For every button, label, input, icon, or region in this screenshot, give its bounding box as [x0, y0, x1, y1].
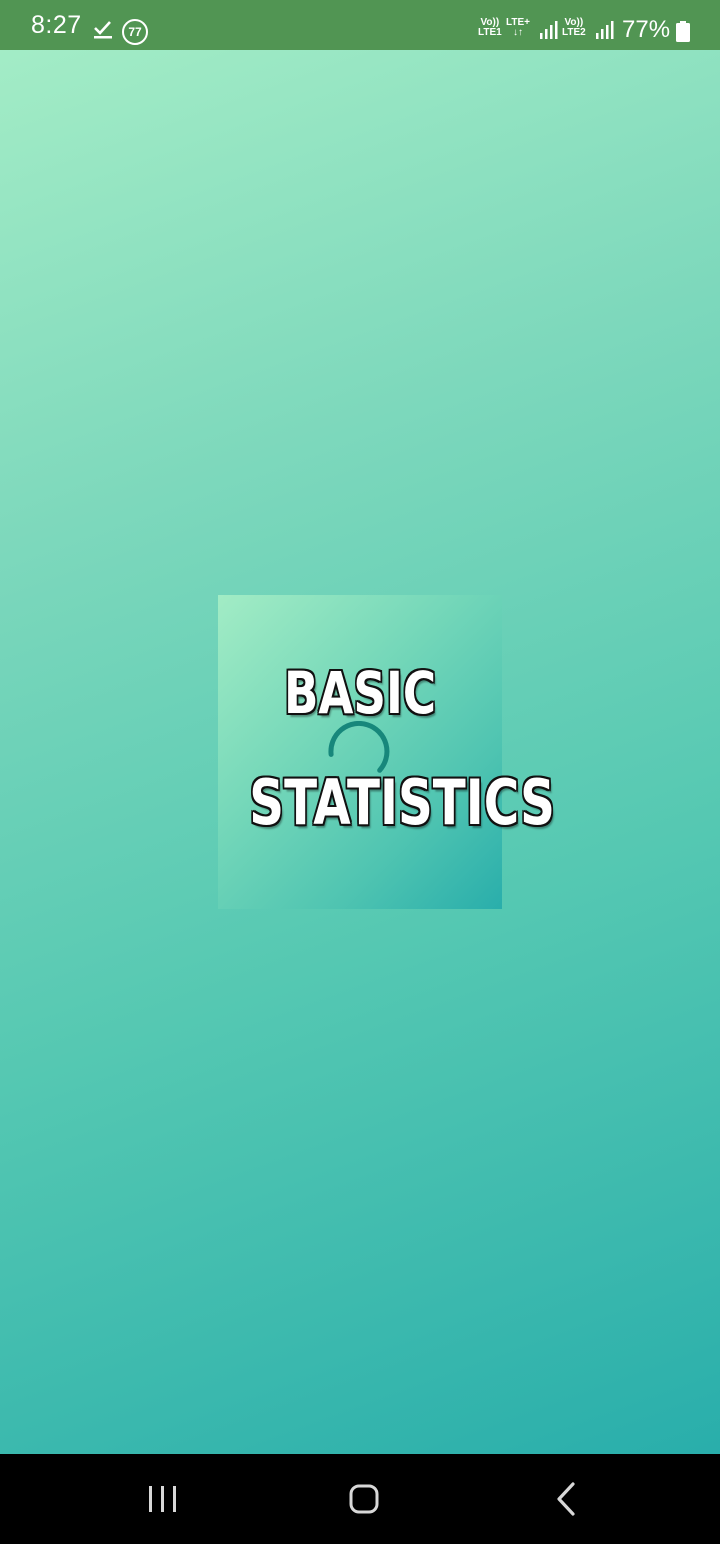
navigation-bar [0, 1454, 720, 1544]
lte1-label: LTE1 [478, 27, 502, 38]
home-icon[interactable] [344, 1479, 384, 1519]
recents-icon[interactable] [144, 1483, 182, 1515]
status-bar: 8:27 77 Vo)) LTE1 LTE+ ↓↑ Vo)) LTE2 77% [0, 0, 720, 50]
download-done-icon [94, 21, 112, 39]
lte-plus-icon: LTE+ ↓↑ [506, 18, 530, 38]
back-icon[interactable] [551, 1479, 581, 1519]
loading-spinner-icon [328, 721, 390, 773]
volte-lte2-icon: Vo)) LTE2 [562, 18, 586, 38]
battery-icon [676, 21, 690, 42]
status-time: 8:27 [31, 11, 82, 39]
data-arrows-label: ↓↑ [512, 27, 523, 38]
signal-strength-2-icon [596, 21, 614, 39]
volte-lte1-icon: Vo)) LTE1 [478, 18, 502, 38]
notification-count-icon: 77 [122, 19, 148, 45]
signal-strength-icon [540, 21, 558, 39]
logo-title-basic: BASIC [283, 659, 437, 727]
battery-percent: 77% [622, 16, 671, 43]
lte2-label: LTE2 [562, 27, 586, 38]
